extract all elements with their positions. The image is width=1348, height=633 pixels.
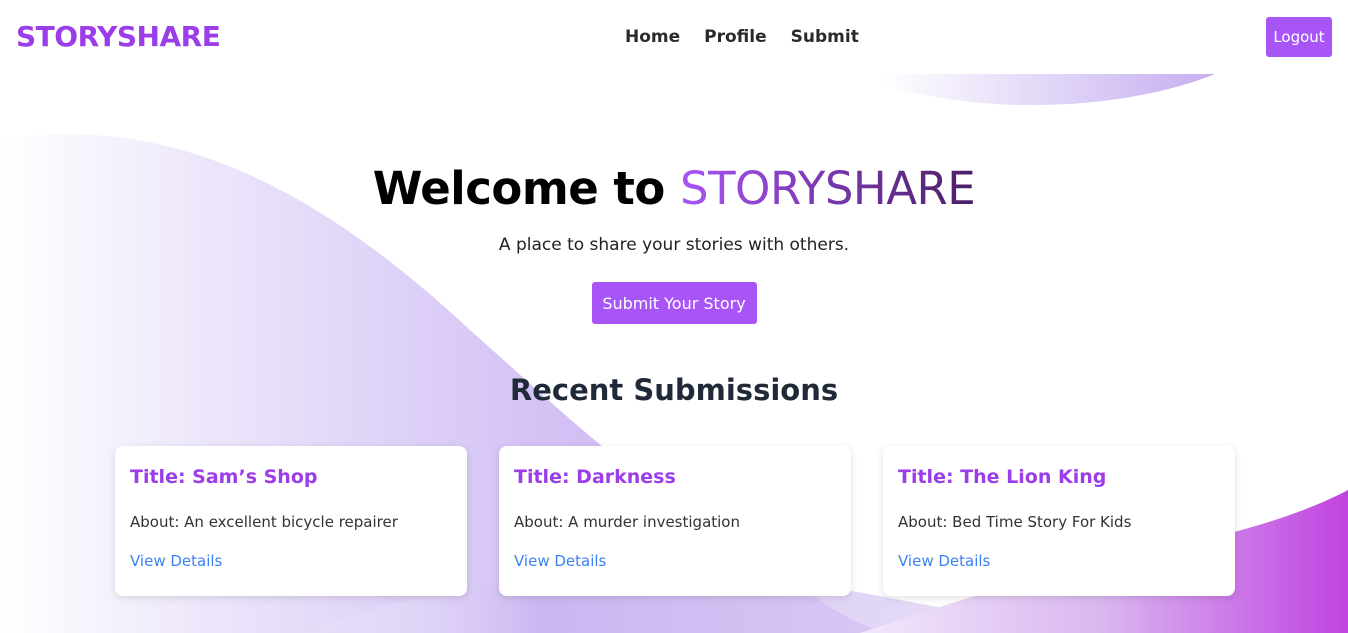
nav-link-profile[interactable]: Profile (704, 26, 766, 48)
view-details-link[interactable]: View Details (898, 551, 990, 571)
story-card: Title: Sam’s Shop About: An excellent bi… (115, 446, 467, 596)
hero-subtitle: A place to share your stories with other… (498, 235, 850, 255)
story-card: Title: The Lion King About: Bed Time Sto… (883, 446, 1235, 596)
submit-story-button[interactable]: Submit Your Story (591, 282, 757, 324)
story-card-title: Title: Sam’s Shop (130, 466, 318, 488)
story-card-about: About: Bed Time Story For Kids (898, 513, 1132, 531)
view-details-link[interactable]: View Details (514, 551, 606, 571)
nav-link-submit[interactable]: Submit (791, 26, 859, 48)
story-card: Title: Darkness About: A murder investig… (499, 446, 851, 596)
wave-top-right (880, 74, 1215, 106)
navbar: STORYSHARE Home Profile Submit Logout (0, 0, 1348, 74)
hero-title-brand: STORYSHARE (680, 162, 976, 215)
story-card-about: About: A murder investigation (514, 513, 740, 531)
view-details-link[interactable]: View Details (130, 551, 222, 571)
story-card-title: Title: The Lion King (898, 466, 1107, 488)
story-cards: Title: Sam’s Shop About: An excellent bi… (115, 446, 1235, 596)
nav-link-home[interactable]: Home (625, 26, 680, 48)
nav-links: Home Profile Submit (625, 26, 859, 48)
hero-title-prefix: Welcome to (372, 162, 680, 215)
logout-button[interactable]: Logout (1266, 17, 1332, 57)
story-card-title: Title: Darkness (514, 466, 676, 488)
story-card-about: About: An excellent bicycle repairer (130, 513, 398, 531)
hero-title: Welcome to STORYSHARE (0, 150, 1348, 228)
page: STORYSHARE Home Profile Submit Logout We… (0, 0, 1348, 633)
recent-submissions-heading: Recent Submissions (509, 373, 839, 407)
hero-section: Welcome to STORYSHARE A place to share y… (0, 150, 1348, 324)
brand-logo[interactable]: STORYSHARE (16, 19, 221, 55)
